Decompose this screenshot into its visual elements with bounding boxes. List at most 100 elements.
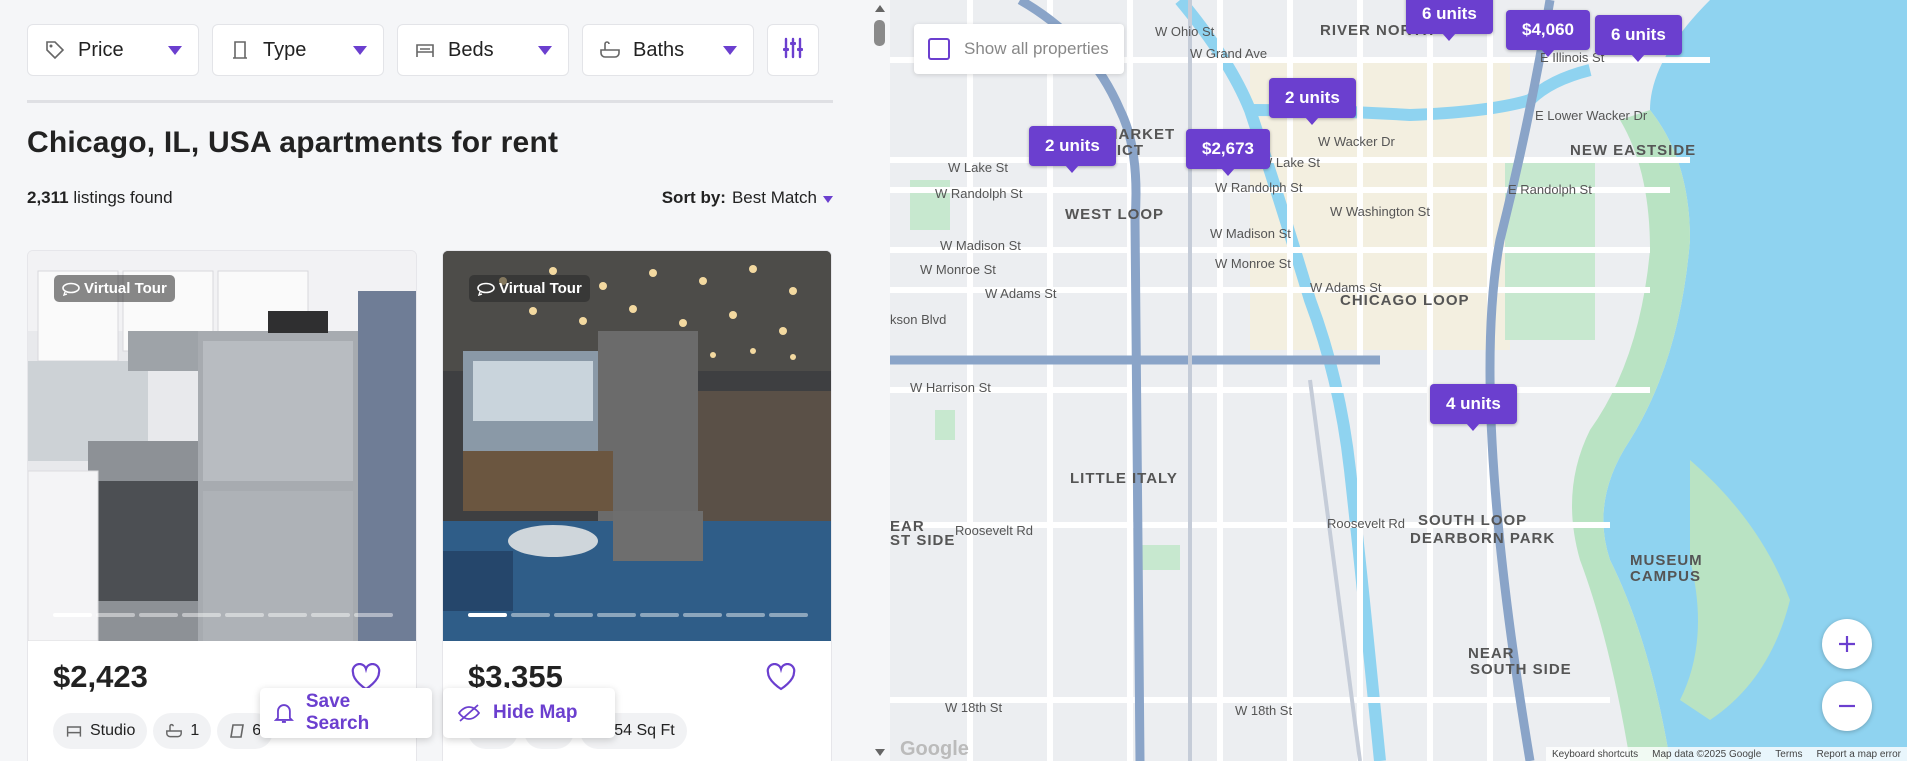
- page-title: Chicago, IL, USA apartments for rent: [27, 126, 559, 159]
- lobby-photo: [443, 251, 831, 641]
- street-label: kson Blvd: [890, 312, 947, 327]
- street-label: W Ohio St: [1155, 24, 1215, 39]
- listing-card[interactable]: Virtual Tour $3,355 1,154 Sq Ft: [442, 250, 832, 761]
- street-label: E Randolph St: [1508, 182, 1592, 197]
- zoom-in-button[interactable]: [1822, 619, 1872, 669]
- save-search-button[interactable]: Save Search: [260, 688, 432, 738]
- map-marker[interactable]: 4 units: [1430, 384, 1517, 431]
- zoom-out-button[interactable]: [1822, 681, 1872, 731]
- bell-icon: [274, 704, 294, 723]
- save-search-label: Save Search: [305, 691, 370, 734]
- scroll-down-icon[interactable]: [875, 749, 885, 756]
- district-label: MUSEUM: [1630, 552, 1703, 569]
- baths-filter[interactable]: Baths: [582, 24, 754, 76]
- chevron-down-icon: [723, 45, 737, 55]
- sort-value: Best Match: [731, 188, 817, 207]
- baths-filter-label: Baths: [633, 38, 685, 61]
- map-data-label: Map data ©2025 Google: [1652, 748, 1762, 760]
- street-label: W Harrison St: [910, 380, 991, 395]
- photo-pager[interactable]: [53, 613, 393, 617]
- hide-map-label: Hide Map: [493, 702, 578, 723]
- street-label: Roosevelt Rd: [1327, 516, 1406, 531]
- district-label: SOUTH SIDE: [1470, 661, 1572, 678]
- chevron-down-icon: [168, 45, 182, 55]
- eye-off-icon: [457, 704, 481, 722]
- heart-icon: [766, 662, 796, 691]
- map-marker[interactable]: 6 units: [1406, 0, 1493, 41]
- map-marker[interactable]: 2 units: [1029, 126, 1116, 173]
- kitchen-photo: [28, 251, 416, 641]
- hide-map-button[interactable]: Hide Map: [443, 688, 615, 738]
- page: Price Type Beds Baths Chicago, IL, USA a…: [0, 0, 1907, 761]
- district-label: DEARBORN PARK: [1410, 530, 1556, 547]
- building-icon: [229, 39, 251, 61]
- map-marker[interactable]: 2 units: [1269, 78, 1356, 125]
- floating-actions: Save Search Hide Map: [260, 688, 615, 738]
- sort-dropdown[interactable]: Sort by: Best Match: [662, 188, 833, 208]
- map-canvas: [890, 0, 1907, 761]
- map-attribution: Keyboard shortcuts Map data ©2025 Google…: [1545, 747, 1907, 761]
- district-label: CAMPUS: [1630, 568, 1702, 585]
- sliders-icon: [781, 36, 805, 65]
- report-error-link[interactable]: Report a map error: [1817, 749, 1901, 760]
- 360-tour-icon: [62, 282, 80, 296]
- virtual-tour-badge: Virtual Tour: [54, 275, 175, 302]
- beds-chip: Studio: [53, 713, 148, 749]
- bed-icon: [414, 39, 436, 61]
- map-marker[interactable]: $2,673: [1186, 129, 1270, 176]
- results-count-suffix: listings found: [73, 188, 173, 207]
- more-filters-button[interactable]: [767, 24, 819, 76]
- street-label: W Adams St: [985, 286, 1057, 301]
- virtual-tour-label: Virtual Tour: [499, 280, 582, 297]
- keyboard-shortcuts-link[interactable]: Keyboard shortcuts: [1552, 749, 1638, 760]
- map-marker[interactable]: 6 units: [1595, 15, 1682, 62]
- street-label: W Madison St: [1210, 226, 1291, 241]
- street-label: W Wacker Dr: [1318, 134, 1395, 149]
- results-count: 2,311 listings found: [27, 188, 173, 208]
- street-label: E Lower Wacker Dr: [1535, 108, 1648, 123]
- sort-label: Sort by:: [661, 188, 726, 207]
- map[interactable]: RIVER NORTH NEW EASTSIDE WEST LOOP CHICA…: [890, 0, 1907, 761]
- chevron-down-icon: [538, 45, 552, 55]
- street-label: W Monroe St: [1215, 256, 1291, 271]
- scroll-thumb[interactable]: [874, 20, 885, 46]
- virtual-tour-label: Virtual Tour: [84, 280, 167, 297]
- show-all-checkbox[interactable]: [928, 38, 950, 60]
- district-label: NEAR: [1468, 645, 1515, 662]
- google-logo: Google: [900, 738, 969, 760]
- map-marker[interactable]: $4,060: [1506, 10, 1590, 57]
- terms-link[interactable]: Terms: [1775, 749, 1802, 760]
- photo-pager[interactable]: [468, 613, 808, 617]
- virtual-tour-badge: Virtual Tour: [469, 275, 590, 302]
- listing-price: $2,423: [53, 659, 148, 694]
- divider: [27, 100, 833, 103]
- street-label: W Lake St: [948, 160, 1008, 175]
- beds-filter-label: Beds: [448, 38, 494, 61]
- listing-photo[interactable]: Virtual Tour: [443, 251, 831, 641]
- district-label: SOUTH LOOP: [1418, 512, 1528, 529]
- district-label: LITTLE ITALY: [1070, 470, 1178, 487]
- heart-icon: [351, 662, 381, 691]
- scroll-up-icon[interactable]: [875, 5, 885, 12]
- bathtub-icon: [166, 723, 183, 738]
- beds-filter[interactable]: Beds: [397, 24, 569, 76]
- listing-card[interactable]: Virtual Tour $2,423 Studio 1 6: [27, 250, 417, 761]
- plus-icon: [1839, 636, 1855, 652]
- favorite-button[interactable]: [765, 662, 797, 696]
- 360-tour-icon: [477, 282, 495, 296]
- chevron-down-icon: [353, 45, 367, 55]
- chevron-down-icon: [823, 195, 833, 203]
- listing-details: Studio 1 6: [53, 713, 274, 749]
- price-filter[interactable]: Price: [27, 24, 199, 76]
- street-label: W 18th St: [1235, 703, 1293, 718]
- type-filter[interactable]: Type: [212, 24, 384, 76]
- listing-photo[interactable]: Virtual Tour: [28, 251, 416, 641]
- street-label: W 18th St: [945, 700, 1003, 715]
- price-filter-label: Price: [78, 38, 124, 61]
- show-all-properties-toggle[interactable]: Show all properties: [914, 24, 1124, 74]
- listings-scrollbar[interactable]: [870, 0, 890, 761]
- district-label: ST SIDE: [890, 532, 956, 549]
- area-icon: [230, 724, 245, 738]
- street-label: W Monroe St: [920, 262, 996, 277]
- beds-value: Studio: [90, 722, 136, 739]
